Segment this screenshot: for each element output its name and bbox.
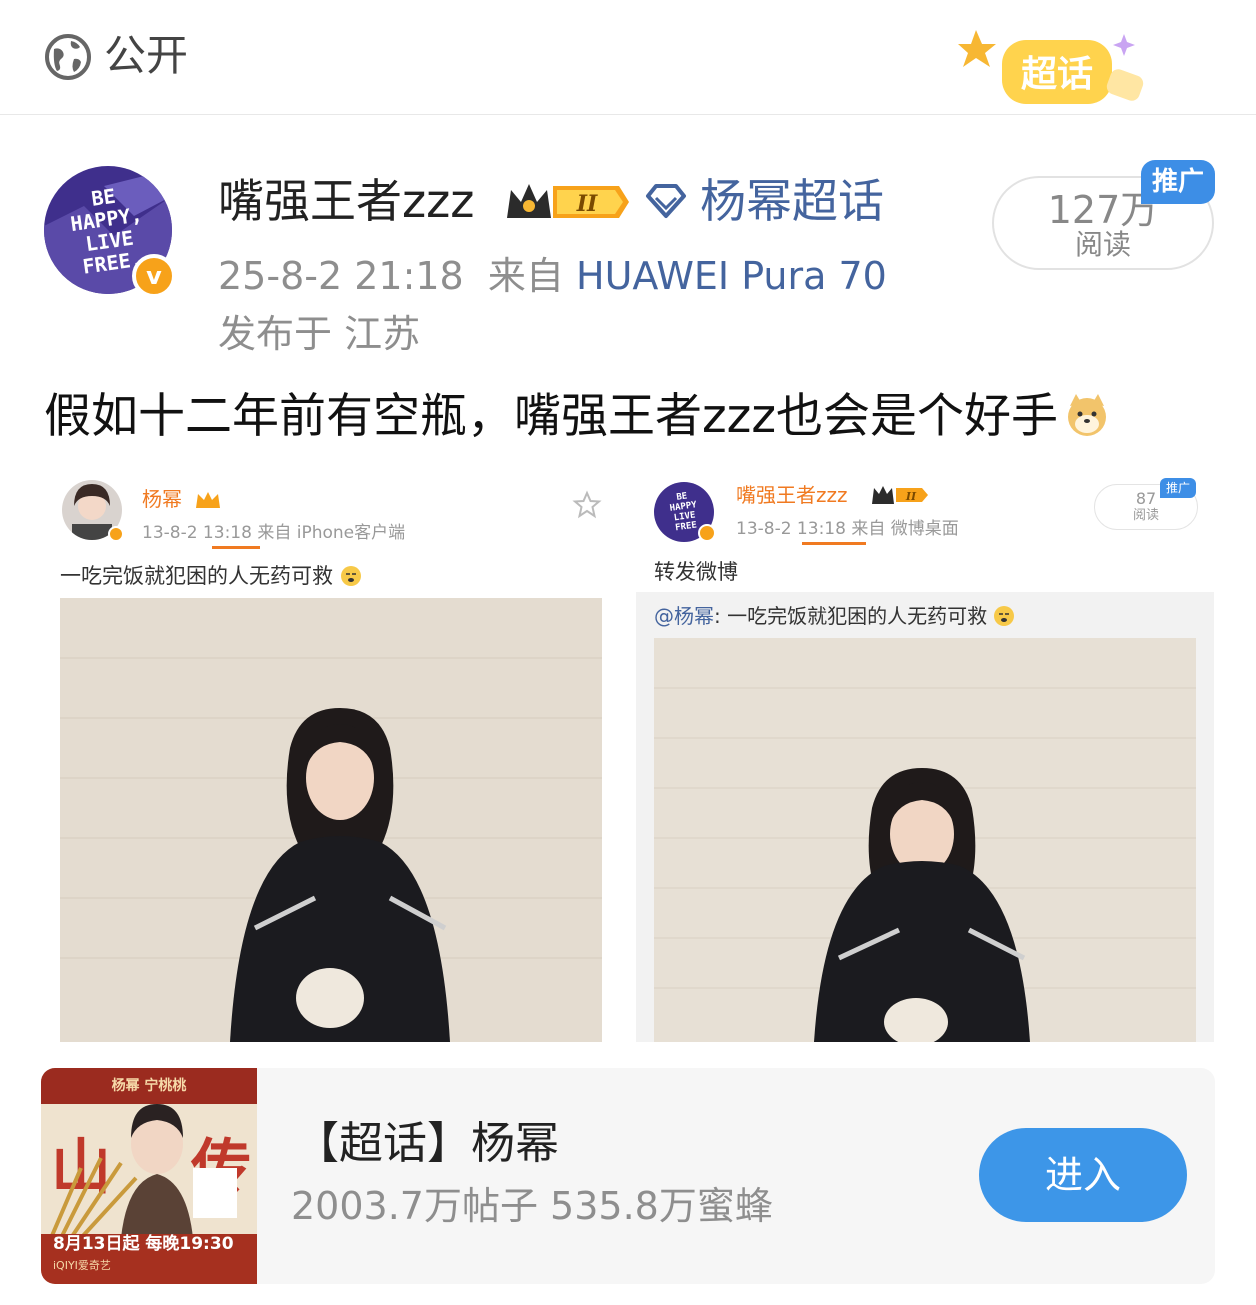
repost-text-content: : 一吃完饭就犯困的人无药可救 <box>714 604 988 628</box>
right-screenshot[interactable]: BE HAPPY LIVE FREE 嘴强王者zzz II 13-8-2 13:… <box>636 470 1214 1042</box>
post-location: 发布于 江苏 <box>218 312 421 356</box>
diamond-topic-icon <box>646 184 686 218</box>
highlight-underline <box>802 542 866 545</box>
mini-meta: 13-8-2 13:18 来自 iPhone客户端 <box>142 523 406 543</box>
device-link[interactable]: HUAWEI Pura 70 <box>576 254 887 298</box>
doge-emoji-icon <box>1068 394 1107 436</box>
topic-link[interactable]: 杨幂超话 <box>700 172 884 230</box>
mini-meta: 13-8-2 13:18 来自 微博桌面 <box>736 519 959 539</box>
globe-icon <box>45 34 91 80</box>
post-text: 假如十二年前有空瓶，嘴强王者zzz也会是个好手 <box>44 386 1110 448</box>
post-timestamp: 25-8-2 21:18 <box>218 254 464 298</box>
star-icon <box>572 490 602 519</box>
mini-username: 杨幂 <box>142 487 182 511</box>
topic-card-stats: 2003.7万帖子 535.8万蜜蜂 <box>291 1184 773 1228</box>
mini-username: 嘴强王者zzz <box>736 483 848 507</box>
crown-level-icon[interactable]: II <box>503 178 633 226</box>
topic-card-title[interactable]: 【超话】杨幂 <box>295 1116 559 1172</box>
repost-mention[interactable]: @杨幂 <box>654 604 714 628</box>
post-meta: 25-8-2 21:18 来自 HUAWEI Pura 70 <box>218 252 887 300</box>
poster-title: 杨幂 宁桃桃 <box>111 1078 187 1094</box>
reads-label: 阅读 <box>1074 228 1131 261</box>
post-text-content: 假如十二年前有空瓶，嘴强王者zzz也会是个好手 <box>44 389 1059 444</box>
level-badge-text: II <box>576 191 598 217</box>
mini-reads-label: 阅读 <box>1132 508 1159 523</box>
left-screenshot[interactable]: 杨幂 13-8-2 13:18 来自 iPhone客户端 一吃完饭就犯困的人无药… <box>44 470 620 1042</box>
mini-level-text: II <box>905 490 917 503</box>
mini-promo-tag: 推广 <box>1160 478 1196 498</box>
mini-repost-label: 转发微博 <box>654 560 738 584</box>
repost-photo[interactable] <box>654 638 1196 1042</box>
mini-crown-icon <box>196 492 220 508</box>
post-photo[interactable] <box>60 598 602 1042</box>
topic-poster: 山 传 杨幂 宁桃桃 8月13日起 每晚19:30 iQIYI爱奇艺 <box>41 1068 257 1284</box>
photo-woman-icon <box>654 638 1196 1042</box>
mini-post-text: 一吃完饭就犯困的人无药可救 <box>60 562 362 590</box>
mini-post-text-content: 一吃完饭就犯困的人无药可救 <box>60 564 333 588</box>
mini-verified-badge <box>698 524 716 542</box>
username[interactable]: 嘴强王者zzz <box>218 172 474 230</box>
mini-crown-level-icon: II <box>872 486 928 504</box>
super-topic-badge-icon[interactable]: 超话 <box>958 26 1148 112</box>
top-bar: 公开 超话 <box>0 0 1256 115</box>
visibility-label[interactable]: 公开 <box>104 30 188 82</box>
badge-label: 超话 <box>1021 54 1093 95</box>
poster-date: 8月13日起 每晚19:30 <box>53 1234 234 1254</box>
repost-text: @杨幂: 一吃完饭就犯困的人无药可救 <box>654 602 1015 630</box>
repost-box: @杨幂: 一吃完饭就犯困的人无药可救 <box>636 592 1214 1042</box>
source-prefix: 来自 <box>487 254 564 298</box>
photo-woman-icon <box>60 598 602 1042</box>
sleepy-emoji-icon <box>994 606 1015 626</box>
super-topic-card[interactable]: 山 传 杨幂 宁桃桃 8月13日起 每晚19:30 iQIYI爱奇艺 【超话】杨… <box>41 1068 1215 1284</box>
poster-sub: iQIYI爱奇艺 <box>53 1259 111 1272</box>
enter-button[interactable]: 进入 <box>979 1128 1187 1222</box>
sleepy-emoji-icon <box>340 566 361 586</box>
mini-avatar-line: FREE <box>674 520 698 534</box>
highlight-underline <box>212 546 260 549</box>
promo-tag[interactable]: 推广 <box>1141 160 1215 204</box>
verified-badge: v <box>132 254 176 298</box>
mini-verified-badge <box>108 526 124 542</box>
